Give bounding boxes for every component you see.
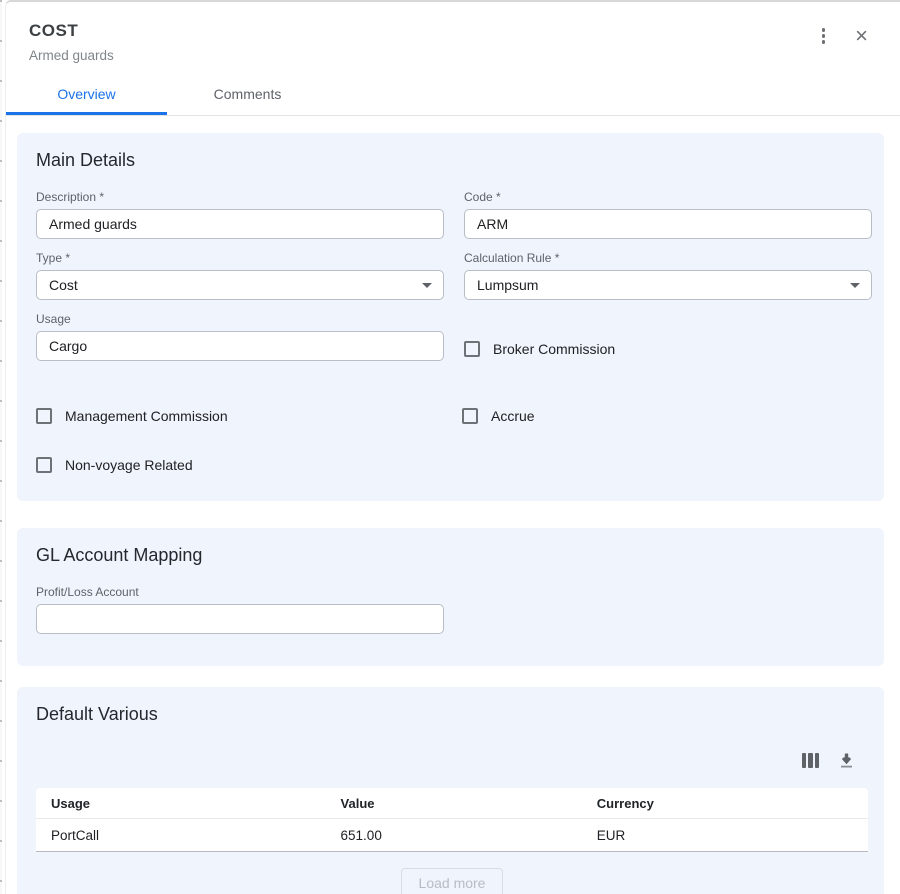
close-icon[interactable]: × (855, 27, 868, 45)
table-header-row: Usage Value Currency (36, 788, 868, 819)
section-default-various: Default Various Usage (17, 687, 884, 894)
field-calculation-rule: Calculation Rule * Lumpsum (464, 251, 872, 300)
header-actions: × (816, 26, 868, 46)
broker-commission-label: Broker Commission (493, 341, 615, 357)
calculation-rule-select[interactable]: Lumpsum (464, 270, 872, 300)
field-usage: Usage Cargo (36, 312, 444, 361)
field-code: Code * ARM (464, 190, 872, 239)
checkbox-box[interactable] (36, 408, 52, 424)
tab-comments[interactable]: Comments (167, 76, 328, 115)
type-label: Type * (36, 251, 444, 265)
calculation-rule-label: Calculation Rule * (464, 251, 872, 265)
field-profit-loss-account: Profit/Loss Account (36, 585, 868, 634)
checkbox-box[interactable] (464, 341, 480, 357)
column-header-value[interactable]: Value (326, 796, 582, 811)
checkbox-management-commission[interactable]: Management Commission (36, 408, 442, 424)
usage-input[interactable]: Cargo (36, 331, 444, 361)
calculation-rule-select-value: Lumpsum (477, 277, 538, 293)
default-various-table: Usage Value Currency PortCall 651.00 EUR (36, 788, 868, 852)
non-voyage-related-label: Non-voyage Related (65, 457, 193, 473)
table-row[interactable]: PortCall 651.00 EUR (36, 819, 868, 851)
page-title: COST (29, 21, 877, 41)
chevron-down-icon (850, 283, 860, 288)
checkbox-box[interactable] (462, 408, 478, 424)
description-input[interactable]: Armed guards (36, 209, 444, 239)
load-more-button[interactable]: Load more (401, 868, 504, 894)
column-header-usage[interactable]: Usage (36, 796, 326, 811)
kebab-menu-icon[interactable] (816, 26, 832, 46)
field-type: Type * Cost (36, 251, 444, 300)
table-toolbar (36, 752, 855, 769)
checkbox-box[interactable] (36, 457, 52, 473)
dialog-header: COST Armed guards × (6, 2, 900, 63)
management-commission-label: Management Commission (65, 408, 228, 424)
cell-value: 651.00 (326, 828, 582, 843)
section-title-default-various: Default Various (36, 704, 868, 725)
cell-currency: EUR (582, 828, 868, 843)
tab-overview[interactable]: Overview (6, 76, 167, 115)
profit-loss-account-input[interactable] (36, 604, 444, 634)
dialog-body: Main Details Description * Armed guards … (6, 116, 900, 894)
profit-loss-account-label: Profit/Loss Account (36, 585, 868, 599)
columns-icon[interactable] (802, 753, 820, 768)
tab-bar: Overview Comments (6, 76, 900, 116)
description-label: Description * (36, 190, 444, 204)
cost-dialog: COST Armed guards × Overview Comments Ma… (5, 0, 900, 894)
page-edge-artifact (0, 0, 2, 894)
section-gl-account-mapping: GL Account Mapping Profit/Loss Account (17, 528, 884, 666)
checkbox-broker-commission[interactable]: Broker Commission (464, 334, 868, 364)
section-main-details: Main Details Description * Armed guards … (17, 133, 884, 501)
usage-label: Usage (36, 312, 444, 326)
code-input[interactable]: ARM (464, 209, 872, 239)
section-title-gl-account-mapping: GL Account Mapping (36, 545, 868, 566)
column-header-currency[interactable]: Currency (582, 796, 868, 811)
chevron-down-icon (422, 283, 432, 288)
type-select-value: Cost (49, 277, 78, 293)
section-title-main-details: Main Details (36, 150, 868, 171)
checkbox-accrue[interactable]: Accrue (462, 408, 868, 424)
code-label: Code * (464, 190, 872, 204)
download-icon[interactable] (838, 752, 855, 769)
accrue-label: Accrue (491, 408, 535, 424)
checkbox-non-voyage-related[interactable]: Non-voyage Related (36, 457, 442, 473)
page-subtitle: Armed guards (29, 48, 877, 63)
cell-usage: PortCall (36, 828, 326, 843)
type-select[interactable]: Cost (36, 270, 444, 300)
field-description: Description * Armed guards (36, 190, 444, 239)
